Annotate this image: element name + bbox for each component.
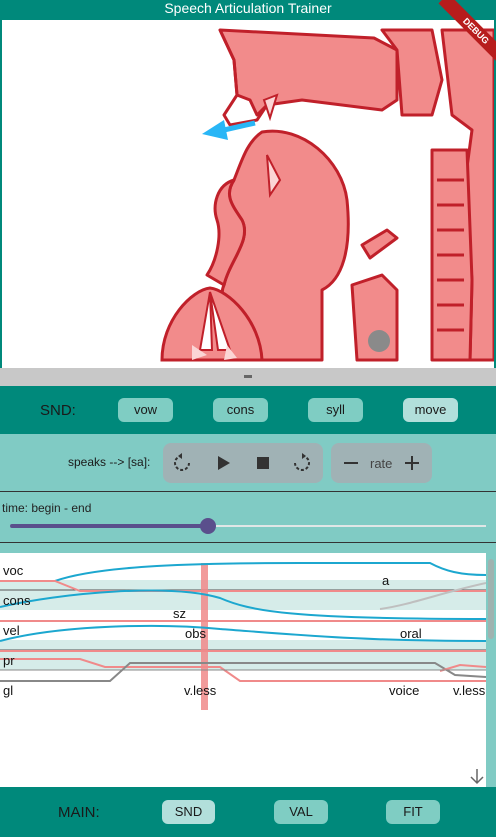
snd-button[interactable]: SND xyxy=(162,800,215,824)
vow-button[interactable]: vow xyxy=(118,398,173,422)
gesture-label-sz: sz xyxy=(173,606,186,621)
scroll-down-icon[interactable] xyxy=(470,769,484,785)
speaks-label: speaks --> [sa]: xyxy=(68,455,151,469)
drag-handle-icon[interactable] xyxy=(244,375,252,378)
tier-gl: gl xyxy=(3,683,13,698)
tier-vel: vel xyxy=(3,623,20,638)
stop-icon[interactable] xyxy=(251,451,275,475)
fit-button[interactable]: FIT xyxy=(386,800,440,824)
vocal-tract-viewer: DEBUG xyxy=(0,0,496,368)
airflow-arrow-head xyxy=(202,120,228,140)
tier-cons: cons xyxy=(3,593,31,608)
app-root: Speech Articulation Trainer DEBUG SND: v… xyxy=(0,0,496,837)
vocal-tract-canvas[interactable] xyxy=(2,20,494,368)
gesture-label-voice: voice xyxy=(389,683,419,698)
gesture-label-oral: oral xyxy=(400,626,422,641)
main-bar: MAIN: SND VAL FIT xyxy=(0,787,496,837)
time-panel: time: begin - end xyxy=(0,491,496,543)
gesture-scrollbar[interactable] xyxy=(486,553,496,787)
rate-label: rate xyxy=(370,456,393,471)
title-bar: Speech Articulation Trainer xyxy=(0,0,496,18)
gesture-score[interactable]: voc cons vel pr gl a sz obs oral v.less … xyxy=(0,553,487,787)
forward-icon[interactable] xyxy=(290,451,314,475)
main-label: MAIN: xyxy=(58,804,100,821)
syll-button[interactable]: syll xyxy=(308,398,363,422)
tier-voc: voc xyxy=(3,563,24,578)
snd-bar: SND: vow cons syll move xyxy=(0,386,496,434)
app-title: Speech Articulation Trainer xyxy=(164,0,332,16)
val-button[interactable]: VAL xyxy=(274,800,328,824)
tier-pr: pr xyxy=(3,653,15,668)
vocal-tract-drawing xyxy=(160,28,494,362)
cons-button[interactable]: cons xyxy=(213,398,268,422)
move-button[interactable]: move xyxy=(403,398,458,422)
gesture-label-vless-2: v.less xyxy=(453,683,486,698)
gesture-label-vless-1: v.less xyxy=(184,683,217,698)
gesture-label-obs: obs xyxy=(185,626,206,641)
play-icon[interactable] xyxy=(211,451,235,475)
upper-jaw-shape xyxy=(218,28,399,117)
gesture-label-a: a xyxy=(382,573,390,588)
snd-label: SND: xyxy=(40,402,76,419)
time-slider-thumb[interactable] xyxy=(200,518,216,534)
panel-splitter[interactable] xyxy=(0,368,496,386)
tier-band-pr xyxy=(0,640,486,670)
rate-group: rate xyxy=(331,443,432,483)
time-label: time: begin - end xyxy=(2,501,92,515)
player-controls: speaks --> [sa]: rate xyxy=(0,434,496,491)
minus-icon[interactable] xyxy=(339,451,363,475)
epiglottis-shape xyxy=(360,228,399,260)
playback-group xyxy=(163,443,323,483)
gesture-score-panel: voc cons vel pr gl a sz obs oral v.less … xyxy=(0,543,496,787)
time-slider-fill xyxy=(10,524,208,528)
gesture-scrollbar-thumb[interactable] xyxy=(488,559,494,639)
rewind-icon[interactable] xyxy=(170,451,194,475)
voc-trace xyxy=(54,562,487,582)
indicator-dot xyxy=(368,330,390,352)
gesture-score-svg: voc cons vel pr gl a sz obs oral v.less … xyxy=(0,562,487,785)
upper-tooth xyxy=(262,93,279,122)
plus-icon[interactable] xyxy=(400,451,424,475)
